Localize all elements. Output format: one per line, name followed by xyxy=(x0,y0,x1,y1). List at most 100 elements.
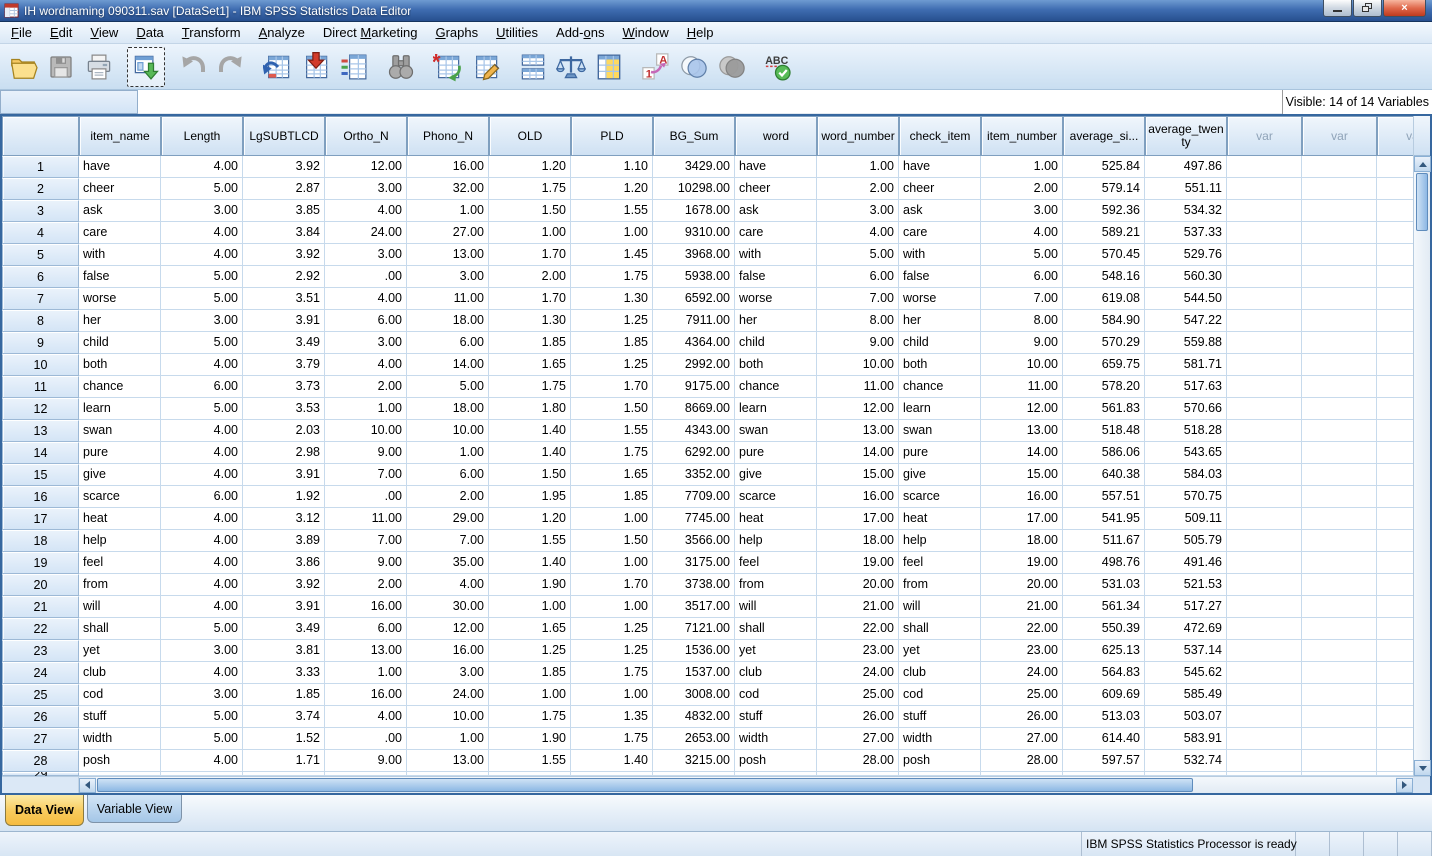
cell-item-name[interactable]: cheer xyxy=(79,178,161,200)
cell-var[interactable] xyxy=(1377,288,1413,310)
cell-var[interactable] xyxy=(1227,684,1302,706)
column-header-var[interactable]: var xyxy=(1377,116,1413,156)
cell-var[interactable] xyxy=(1377,552,1413,574)
cell-phono-n[interactable]: 6.00 xyxy=(407,464,489,486)
cell-old[interactable]: 1.80 xyxy=(489,398,571,420)
cell-length[interactable]: 4.00 xyxy=(161,222,243,244)
cell-editor[interactable] xyxy=(138,90,1282,114)
cell-lgsubtlcd[interactable]: 3.91 xyxy=(243,596,325,618)
cell-item-name[interactable]: both xyxy=(79,354,161,376)
insert-variable-button[interactable] xyxy=(467,47,505,87)
cell-phono-n[interactable]: 13.00 xyxy=(407,750,489,772)
row-number[interactable]: 25 xyxy=(2,684,79,706)
cell-bg-sum[interactable]: 7709.00 xyxy=(653,486,735,508)
maximize-button[interactable] xyxy=(1353,0,1382,17)
cell-item-number[interactable]: 10.00 xyxy=(981,354,1063,376)
cell-average-twenty[interactable]: 517.27 xyxy=(1145,596,1227,618)
cell-item-name[interactable]: false xyxy=(79,266,161,288)
row-number[interactable]: 3 xyxy=(2,200,79,222)
cell-var[interactable] xyxy=(1227,750,1302,772)
cell-var[interactable] xyxy=(1302,552,1377,574)
cell-old[interactable]: 1.65 xyxy=(489,354,571,376)
cell-var[interactable] xyxy=(1227,596,1302,618)
cell-pld[interactable]: 1.45 xyxy=(571,244,653,266)
cell-lgsubtlcd[interactable]: 3.92 xyxy=(243,244,325,266)
cell-phono-n[interactable]: 29.00 xyxy=(407,508,489,530)
cell-var[interactable] xyxy=(1302,750,1377,772)
cell-item-number[interactable]: 3.00 xyxy=(981,200,1063,222)
cell-word-number[interactable]: 13.00 xyxy=(817,420,899,442)
cell-ortho-n[interactable]: 6.00 xyxy=(325,618,407,640)
cell-check-item[interactable]: cod xyxy=(899,684,981,706)
cell-var[interactable] xyxy=(1377,640,1413,662)
cell-word[interactable]: club xyxy=(735,662,817,684)
cell-item-name[interactable]: with xyxy=(79,244,161,266)
cell-phono-n[interactable]: 13.00 xyxy=(407,244,489,266)
cell-item-name[interactable]: from xyxy=(79,574,161,596)
cell-item-name[interactable]: help xyxy=(79,530,161,552)
cell-var[interactable] xyxy=(1227,156,1302,178)
cell-pld[interactable]: 1.75 xyxy=(571,728,653,750)
cell-item-number[interactable]: 8.00 xyxy=(981,310,1063,332)
cell-length[interactable]: 4.00 xyxy=(161,156,243,178)
cell-var[interactable] xyxy=(1377,596,1413,618)
cell-old[interactable]: 1.00 xyxy=(489,222,571,244)
row-number[interactable]: 8 xyxy=(2,310,79,332)
spell-check-button[interactable]: ABC xyxy=(760,47,798,87)
cell-average-twenty[interactable]: 584.03 xyxy=(1145,464,1227,486)
cell-var[interactable] xyxy=(1227,200,1302,222)
cell-check-item[interactable]: swan xyxy=(899,420,981,442)
cell-var[interactable] xyxy=(1227,640,1302,662)
cell-word-number[interactable]: 24.00 xyxy=(817,662,899,684)
cell-ortho-n[interactable]: 7.00 xyxy=(325,464,407,486)
cell-item-number[interactable]: 14.00 xyxy=(981,442,1063,464)
cell-ortho-n[interactable]: 4.00 xyxy=(325,288,407,310)
cell-var[interactable] xyxy=(1227,244,1302,266)
vertical-scroll-track[interactable] xyxy=(1414,172,1430,760)
cell-bg-sum[interactable]: 10298.00 xyxy=(653,178,735,200)
cell-word[interactable]: shall xyxy=(735,618,817,640)
menu-edit[interactable]: Edit xyxy=(41,23,81,42)
cell-word-number[interactable]: 3.00 xyxy=(817,200,899,222)
cell-lgsubtlcd[interactable]: 3.86 xyxy=(243,552,325,574)
column-header-average-si[interactable]: average_si... xyxy=(1063,116,1145,156)
cell-var[interactable] xyxy=(1302,310,1377,332)
cell-pld[interactable]: 1.25 xyxy=(571,640,653,662)
cell-item-number[interactable]: 19.00 xyxy=(981,552,1063,574)
cell-average-si[interactable]: 640.38 xyxy=(1063,464,1145,486)
cell-var[interactable] xyxy=(1227,178,1302,200)
cell-pld[interactable]: 1.10 xyxy=(571,156,653,178)
cell-phono-n[interactable]: 30.00 xyxy=(407,596,489,618)
cell-word-number[interactable]: 25.00 xyxy=(817,684,899,706)
scroll-right-button[interactable] xyxy=(1396,778,1413,793)
row-number[interactable]: 6 xyxy=(2,266,79,288)
cell-lgsubtlcd[interactable]: 3.49 xyxy=(243,332,325,354)
cell-phono-n[interactable]: 12.00 xyxy=(407,618,489,640)
value-labels-button[interactable]: 1A xyxy=(637,47,675,87)
cell-pld[interactable]: 1.00 xyxy=(571,596,653,618)
row-number[interactable]: 21 xyxy=(2,596,79,618)
cell-lgsubtlcd[interactable]: 2.98 xyxy=(243,442,325,464)
cell-pld[interactable]: 1.65 xyxy=(571,464,653,486)
cell-item-name[interactable]: width xyxy=(79,728,161,750)
cell-word-number[interactable]: 12.00 xyxy=(817,398,899,420)
cell-item-number[interactable]: 6.00 xyxy=(981,266,1063,288)
cell-item-number[interactable]: 4.00 xyxy=(981,222,1063,244)
cell-average-si[interactable]: 597.57 xyxy=(1063,750,1145,772)
cell-var[interactable] xyxy=(1302,662,1377,684)
cell-item-name[interactable]: posh xyxy=(79,750,161,772)
cell-ortho-n[interactable]: 4.00 xyxy=(325,706,407,728)
cell-check-item[interactable]: from xyxy=(899,574,981,596)
cell-var[interactable] xyxy=(1227,266,1302,288)
cell-lgsubtlcd[interactable]: 2.03 xyxy=(243,420,325,442)
cell-phono-n[interactable]: 27.00 xyxy=(407,222,489,244)
cell-reference-box[interactable] xyxy=(0,90,138,114)
cell-word[interactable]: child xyxy=(735,332,817,354)
cell-average-si[interactable]: 541.95 xyxy=(1063,508,1145,530)
cell-word-number[interactable]: 15.00 xyxy=(817,464,899,486)
cell-pld[interactable]: 1.25 xyxy=(571,354,653,376)
cell-word-number[interactable]: 14.00 xyxy=(817,442,899,464)
cell-item-name[interactable]: learn xyxy=(79,398,161,420)
menu-direct-marketing[interactable]: Direct Marketing xyxy=(314,23,427,42)
cell-item-name[interactable]: scarce xyxy=(79,486,161,508)
